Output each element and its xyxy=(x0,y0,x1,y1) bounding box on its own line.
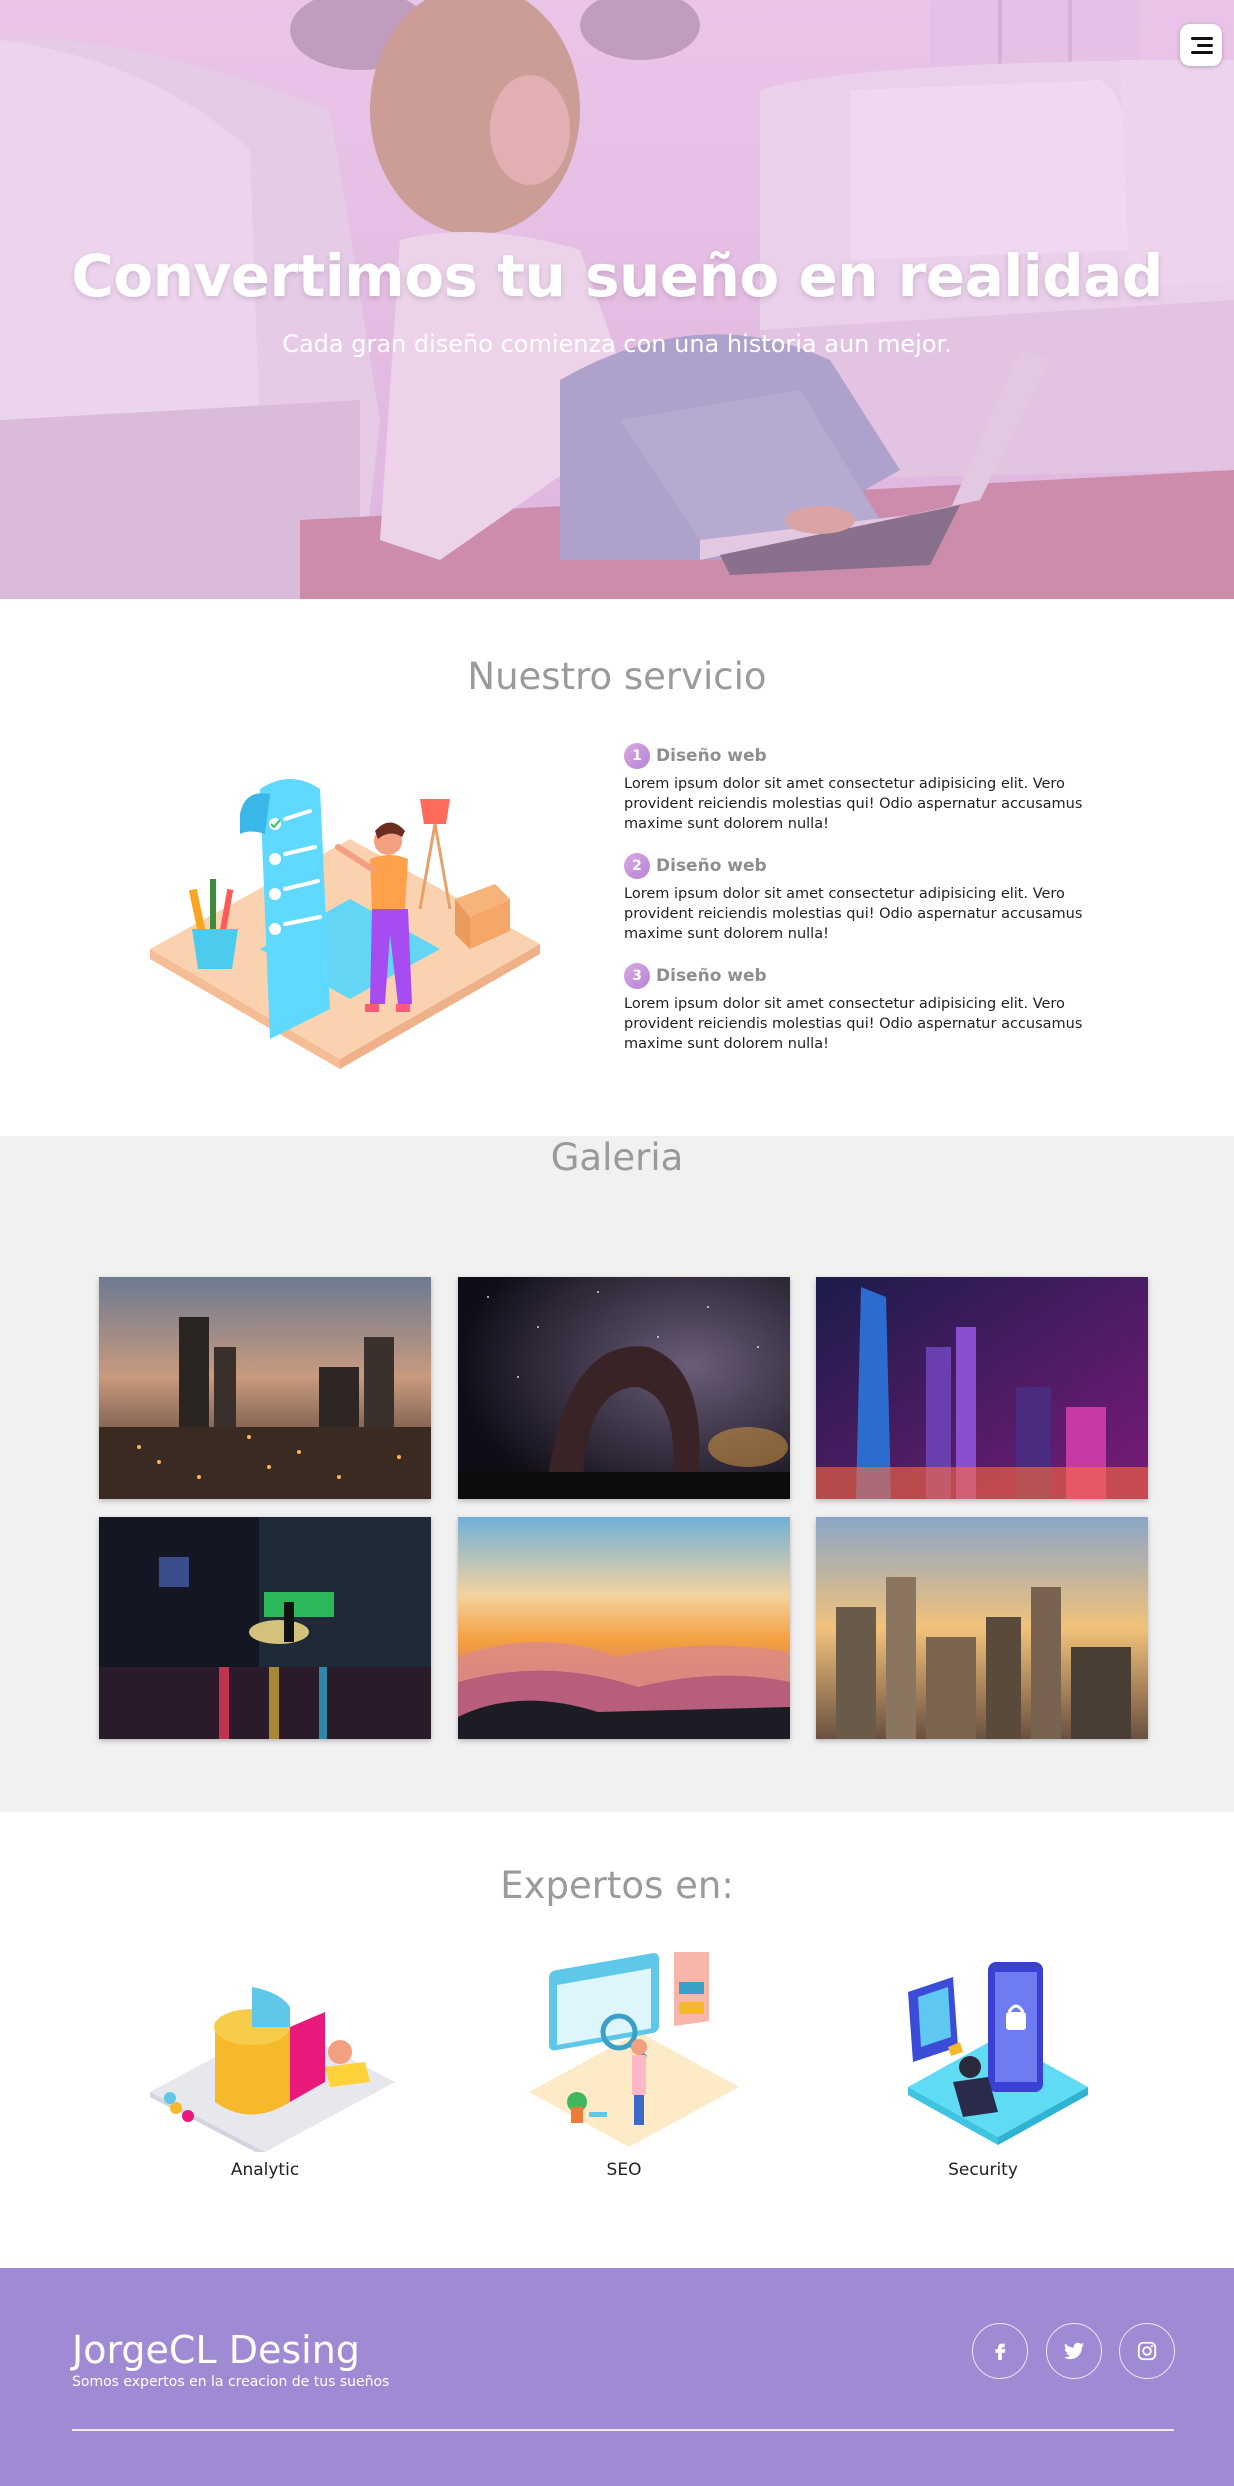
gallery-image-shanghai[interactable] xyxy=(816,1277,1148,1499)
gallery-section: Galeria xyxy=(0,1136,1234,1812)
menu-lines-icon xyxy=(1191,50,1213,54)
checklist-illustration xyxy=(150,779,540,1069)
instagram-link[interactable] xyxy=(1119,2323,1175,2379)
analytics-illustration xyxy=(150,1987,395,2152)
expert-label: Security xyxy=(948,2160,1018,2180)
expert-card-security: Security xyxy=(833,1952,1133,2180)
twitter-icon xyxy=(1063,2342,1085,2360)
service-description: Lorem ipsum dolor sit amet consectetur a… xyxy=(624,996,1083,1052)
gallery-title: Galeria xyxy=(550,1136,684,1179)
footer: JorgeCL Desing Somos expertos en la crea… xyxy=(0,2268,1234,2486)
security-illustration xyxy=(908,1962,1088,2145)
service-number-badge: 2 xyxy=(624,853,650,879)
services-list: 1 Diseño web Lorem ipsum dolor sit amet … xyxy=(624,742,1124,1072)
experts-title: Expertos en: xyxy=(500,1864,734,1907)
gallery-image-mountains-sunset[interactable] xyxy=(458,1517,790,1739)
twitter-link[interactable] xyxy=(1046,2323,1102,2379)
facebook-link[interactable] xyxy=(972,2323,1028,2379)
services-title: Nuestro servicio xyxy=(467,655,767,698)
menu-button[interactable] xyxy=(1180,24,1222,66)
gallery-image-city-sunrise[interactable] xyxy=(816,1517,1148,1739)
gallery-image-city-night[interactable] xyxy=(99,1277,431,1499)
service-name: Diseño web xyxy=(656,966,767,986)
footer-divider xyxy=(72,2429,1174,2431)
service-item: 3 Diseño web Lorem ipsum dolor sit amet … xyxy=(624,962,1124,1054)
hero-title: Convertimos tu sueño en realidad xyxy=(71,242,1163,310)
expert-card-analytic: Analytic xyxy=(115,1952,415,2180)
menu-lines-icon xyxy=(1197,43,1213,47)
service-number-badge: 3 xyxy=(624,963,650,989)
services-section: Nuestro servicio 1 Diseño web Lorem ipsu… xyxy=(0,599,1234,1136)
service-description: Lorem ipsum dolor sit amet consectetur a… xyxy=(624,886,1083,942)
gallery-image-arch-stars[interactable] xyxy=(458,1277,790,1499)
seo-illustration xyxy=(529,1952,739,2147)
service-name: Diseño web xyxy=(656,746,767,766)
facebook-icon xyxy=(995,2343,1006,2361)
hero-banner: Convertimos tu sueño en realidad Cada gr… xyxy=(0,0,1234,599)
instagram-icon xyxy=(1137,2341,1157,2361)
gallery-image-neon-street[interactable] xyxy=(99,1517,431,1739)
hero-subtitle: Cada gran diseño comienza con una histor… xyxy=(282,330,952,358)
experts-section: Expertos en: Analytic SEO Security xyxy=(0,1812,1234,2268)
service-name: Diseño web xyxy=(656,856,767,876)
footer-brand: JorgeCL Desing xyxy=(72,2328,360,2372)
expert-label: Analytic xyxy=(230,2160,300,2180)
service-description: Lorem ipsum dolor sit amet consectetur a… xyxy=(624,776,1083,832)
expert-card-seo: SEO xyxy=(474,1952,774,2180)
service-item: 2 Diseño web Lorem ipsum dolor sit amet … xyxy=(624,852,1124,944)
footer-tagline: Somos expertos en la creacion de tus sue… xyxy=(72,2374,390,2390)
expert-label: SEO xyxy=(606,2160,642,2180)
service-number-badge: 1 xyxy=(624,743,650,769)
menu-lines-icon xyxy=(1191,36,1213,40)
service-item: 1 Diseño web Lorem ipsum dolor sit amet … xyxy=(624,742,1124,834)
